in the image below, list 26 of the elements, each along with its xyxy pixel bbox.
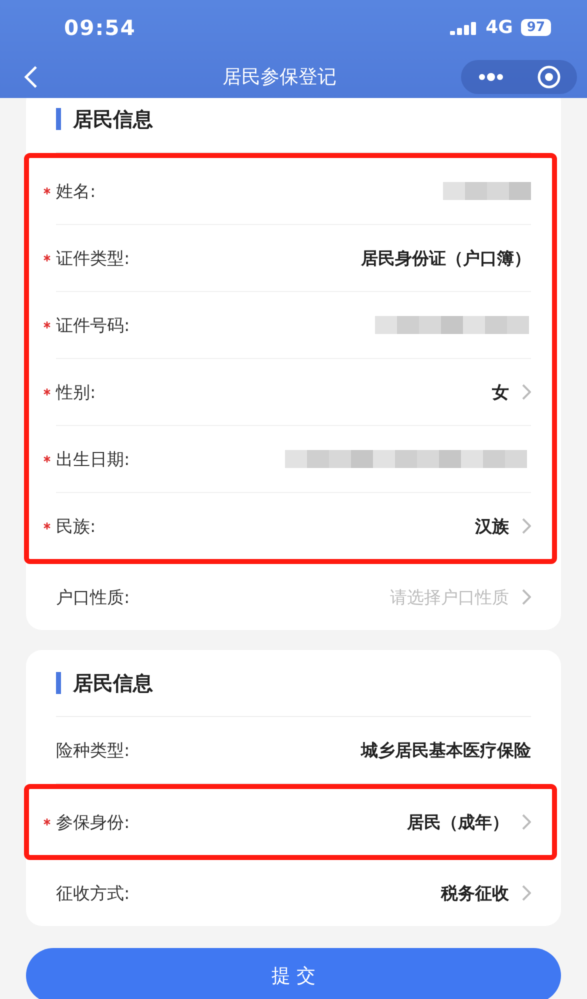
section-title: 居民信息 [56,672,153,694]
status-time: 09:54 [64,16,137,40]
field-label: 性别: [56,382,97,404]
field-value: 城乡居民基本医疗保险 [361,740,531,762]
field-label: 征收方式: [56,882,131,904]
field-label: 姓名: [56,180,97,202]
field-label: 民族: [56,516,97,538]
field-label: 户口性质: [56,586,131,608]
field-label: 证件类型: [56,248,131,270]
field-value: 居民（成年） [407,812,509,834]
network-label: 4G [486,17,513,38]
signal-icon [450,20,478,34]
more-icon[interactable] [478,72,504,80]
submit-button[interactable]: 提 交 [26,948,561,999]
field-value: 税务征收 [441,882,509,904]
field-label: 出生日期: [56,448,131,470]
section-title: 居民信息 [56,108,153,130]
battery-level: 97 [520,19,551,36]
field-value: 汉族 [475,516,509,538]
back-icon[interactable] [24,64,38,88]
field-value: 居民身份证（户口簿） [361,248,531,270]
field-label: 险种类型: [56,740,131,762]
field-label: 参保身份: [56,812,131,834]
field-value: 女 [492,382,509,404]
page-title: 居民参保登记 [222,64,338,90]
field-label: 证件号码: [56,314,131,336]
